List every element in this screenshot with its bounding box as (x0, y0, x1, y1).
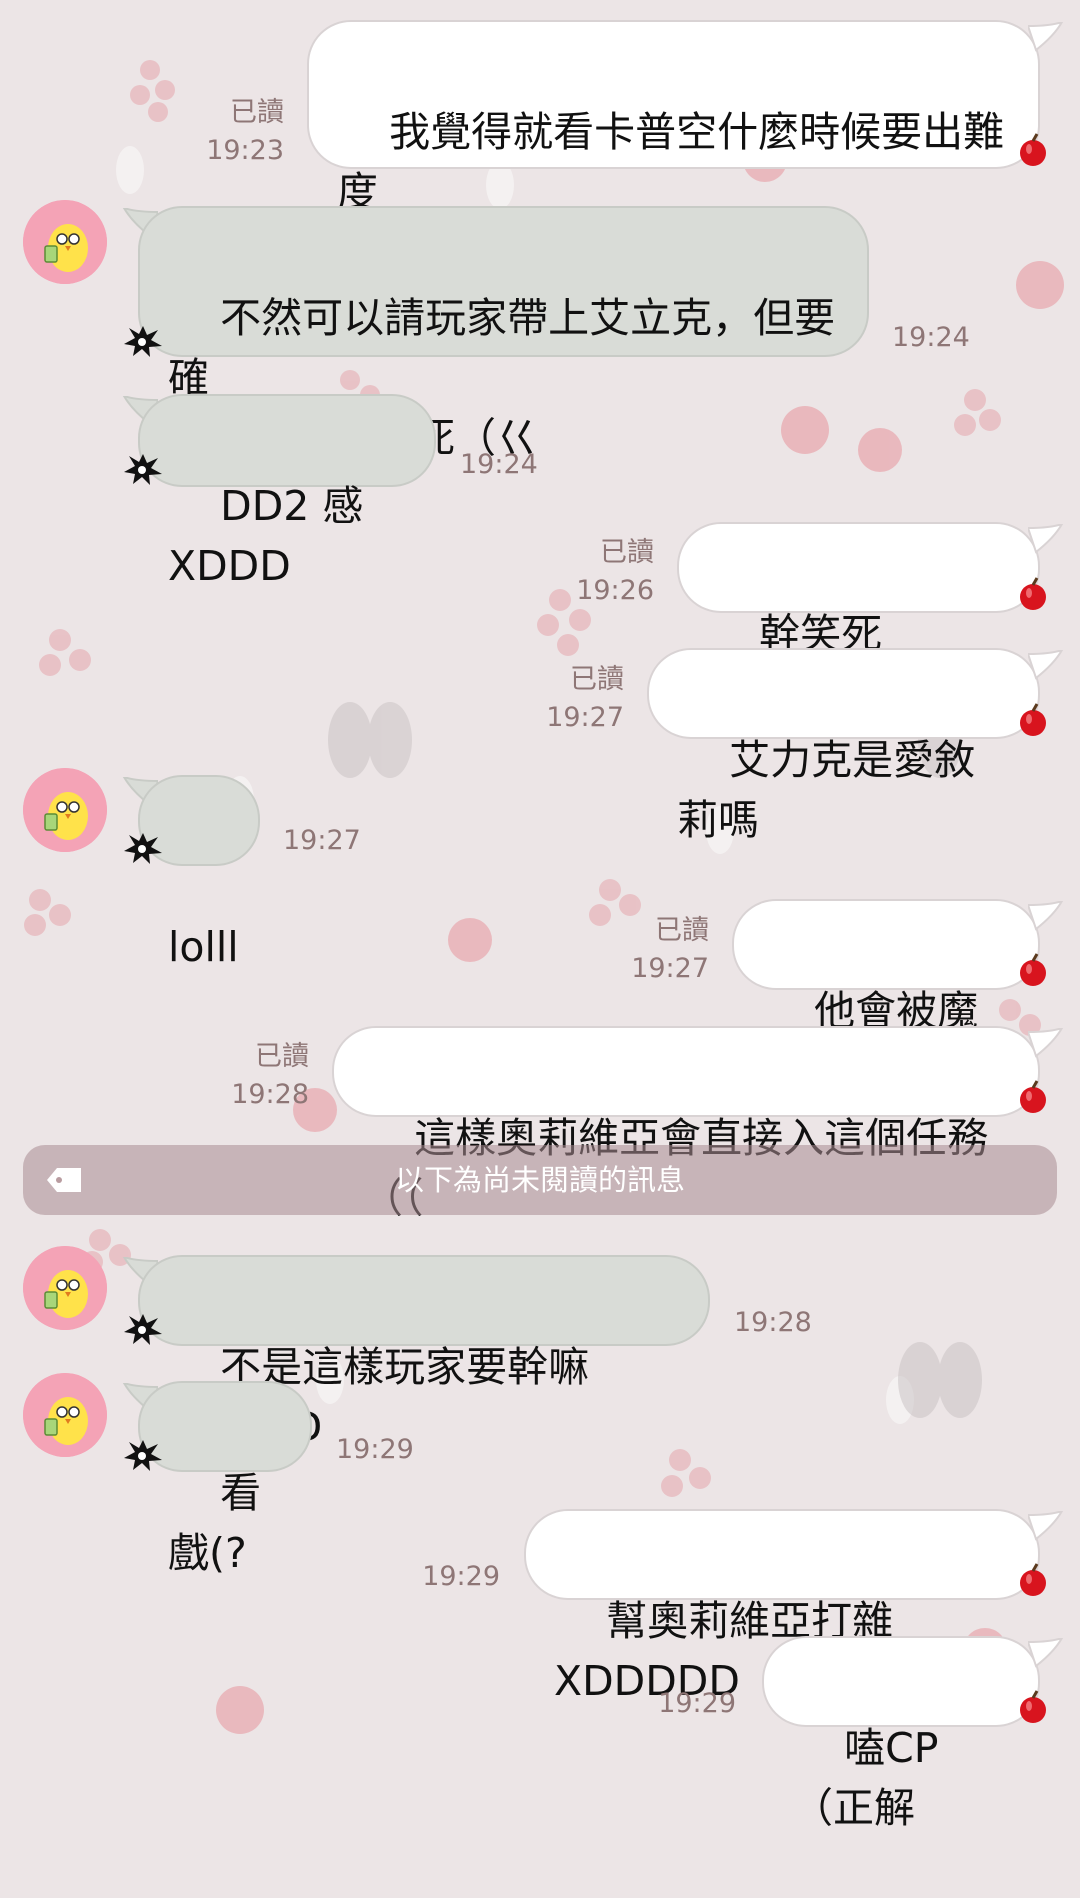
message-time: 19:27 (546, 702, 624, 733)
message-time: 19:28 (231, 1079, 309, 1110)
sent-message-bubble[interactable]: 這樣奧莉維亞會直接入這個任務（（ (332, 1026, 1040, 1222)
message-time: 19:27 (631, 953, 709, 984)
sent-message-bubble[interactable]: 他會被魔物追 (732, 899, 1040, 1095)
message-text: 嗑CP（正解 (792, 1724, 939, 1832)
message-text: 艾力克是愛敘莉嗎 (677, 736, 976, 844)
message-meta: 已讀 19:27 (510, 661, 624, 737)
apple-icon (1020, 1690, 1046, 1723)
apple-icon (1020, 1563, 1046, 1596)
read-receipt: 已讀 (230, 97, 284, 128)
message-time: 19:29 (658, 1688, 736, 1719)
message-meta: 已讀 19:28 (195, 1038, 309, 1114)
message-time: 19:29 (422, 1561, 500, 1592)
splat-icon (124, 1440, 162, 1471)
read-receipt: 已讀 (255, 1041, 309, 1072)
contact-avatar[interactable] (23, 200, 107, 284)
apple-icon (1020, 577, 1046, 610)
received-message-bubble[interactable]: 不然可以請玩家帶上艾立克，但要確 保艾立克不會死（巜 (138, 206, 869, 462)
received-message-bubble[interactable]: DD2 感XDDD (138, 394, 436, 590)
bubble-tail-icon (1028, 22, 1064, 52)
splat-icon (124, 833, 162, 864)
contact-avatar[interactable] (23, 1373, 107, 1457)
apple-icon (1020, 133, 1046, 166)
sent-message-bubble[interactable]: 幹笑死XDDDD d (677, 522, 1040, 718)
sent-message-bubble[interactable]: 嗑CP（正解 (762, 1636, 1040, 1832)
bubble-tail-icon (1028, 1638, 1064, 1668)
message-time: 19:27 (283, 825, 361, 856)
message-text: DD2 感XDDD (168, 482, 364, 590)
yellow-bird-avatar-icon (23, 768, 107, 852)
message-meta: 已讀 19:23 (170, 94, 284, 170)
bubble-tail-icon (1028, 1028, 1064, 1058)
message-meta: 已讀 19:27 (595, 912, 709, 988)
sent-message-bubble[interactable]: 我覺得就看卡普空什麼時候要出難度 高的怪ㄅ (307, 20, 1040, 276)
yellow-bird-avatar-icon (23, 1373, 107, 1457)
sent-message-bubble[interactable]: 艾力克是愛敘莉嗎 (647, 648, 1040, 844)
chat-area[interactable]: 已讀 19:23 我覺得就看卡普空什麼時候要出難度 高的怪ㄅ 不然可以請玩家帶上… (0, 0, 1080, 1832)
message-time: 19:26 (576, 575, 654, 606)
read-receipt: 已讀 (600, 537, 654, 568)
message-time: 19:29 (336, 1434, 414, 1465)
message-time: 19:24 (460, 449, 538, 480)
yellow-bird-avatar-icon (23, 200, 107, 284)
message-time: 19:24 (892, 322, 970, 353)
unread-messages-divider: 以下為尚未閱讀的訊息 (23, 1145, 1057, 1215)
message-text: lolll (168, 923, 239, 971)
message-meta: 已讀 19:26 (540, 534, 654, 610)
apple-icon (1020, 953, 1046, 986)
message-text: 看戲(? (168, 1469, 262, 1577)
received-message-bubble[interactable]: 不是這樣玩家要幹嘛XDDDD (138, 1255, 710, 1451)
bubble-tail-icon (1028, 1511, 1064, 1541)
unread-divider-label: 以下為尚未閱讀的訊息 (394, 1163, 685, 1197)
contact-avatar[interactable] (23, 1246, 107, 1330)
splat-icon (124, 326, 162, 357)
bubble-tail-icon (1028, 650, 1064, 680)
yellow-bird-avatar-icon (23, 1246, 107, 1330)
bubble-tail-icon (1028, 901, 1064, 931)
read-receipt: 已讀 (655, 915, 709, 946)
read-receipt: 已讀 (570, 664, 624, 695)
apple-icon (1020, 1080, 1046, 1113)
apple-icon (1020, 703, 1046, 736)
message-time: 19:23 (206, 135, 284, 166)
sent-message-bubble[interactable]: 幫奧莉維亞打雜XDDDDD (524, 1509, 1040, 1705)
contact-avatar[interactable] (23, 768, 107, 852)
splat-icon (124, 1314, 162, 1345)
splat-icon (124, 454, 162, 485)
received-message-bubble[interactable]: 看戲(? (138, 1381, 312, 1577)
message-time: 19:28 (734, 1307, 812, 1338)
bubble-tail-icon (1028, 524, 1064, 554)
